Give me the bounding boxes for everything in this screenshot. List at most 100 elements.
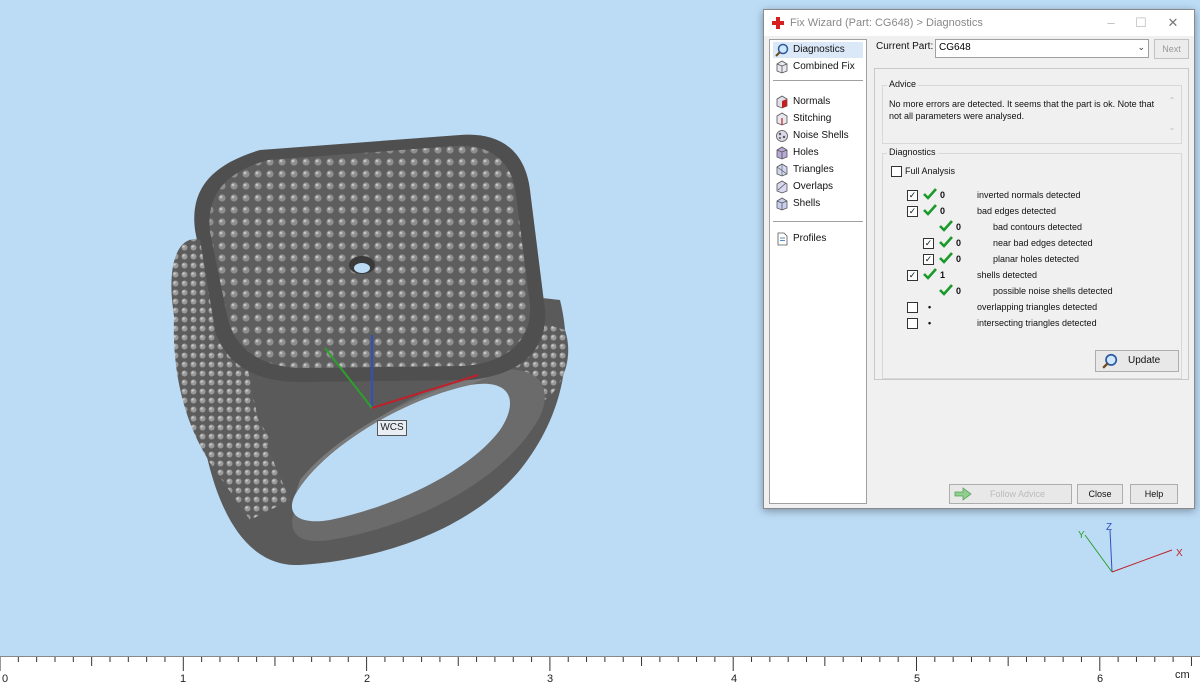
intersecting-triangles-label: intersecting triangles detected <box>977 318 1097 328</box>
fix-wizard-dialog: Fix Wizard (Part: CG648) > Diagnostics –… <box>763 9 1195 509</box>
chevron-down-icon: ⌄ <box>1137 42 1145 52</box>
nav-item-diagnostics[interactable]: Diagnostics <box>773 42 863 58</box>
ruler-label-2: 2 <box>364 673 371 685</box>
full-analysis-label: Full Analysis <box>905 166 956 176</box>
dialog-title: Fix Wizard (Part: CG648) > Diagnostics <box>790 17 983 29</box>
nav-label-combined-fix: Combined Fix <box>793 61 855 72</box>
cube-icon <box>776 60 788 74</box>
nav-divider <box>773 80 863 81</box>
nav-item-triangles[interactable]: Triangles <box>773 162 863 178</box>
close-icon[interactable]: ✕ <box>1158 14 1188 32</box>
triangles-icon <box>776 163 788 177</box>
nav-label-overlaps: Overlaps <box>793 181 834 192</box>
red-cross-icon <box>772 17 784 29</box>
bad-contours-label: bad contours detected <box>993 222 1083 232</box>
ruler-label-5: 5 <box>914 673 921 685</box>
minimize-icon[interactable]: – <box>1096 14 1126 32</box>
intersecting-triangles-checkbox[interactable] <box>907 318 918 329</box>
noise-shells-icon <box>776 130 788 142</box>
bad-contours-count: 0 <box>956 222 962 232</box>
ruler: 0 1 2 3 4 5 6 cm <box>0 656 1200 689</box>
near-bad-edges-label: near bad edges detected <box>993 238 1093 248</box>
ruler-label-4: 4 <box>731 673 738 685</box>
overlapping-triangles-label: overlapping triangles detected <box>977 302 1098 312</box>
title-bar[interactable]: Fix Wizard (Part: CG648) > Diagnostics –… <box>764 10 1194 36</box>
current-part-label: Current Part: <box>876 41 934 52</box>
axis-triad: Z Y X <box>1078 522 1183 573</box>
green-check-icon <box>939 252 953 264</box>
nav-label-triangles: Triangles <box>793 164 834 175</box>
shells-icon <box>776 197 788 211</box>
nav-divider <box>773 221 863 222</box>
wcs-label: WCS <box>377 420 407 436</box>
ruler-label-0: 0 <box>2 673 9 685</box>
next-button[interactable]: Next <box>1154 39 1189 59</box>
nav-item-combined-fix[interactable]: Combined Fix <box>773 59 863 75</box>
nav-item-normals[interactable]: Normals <box>773 94 863 110</box>
nav-label-stitching: Stitching <box>793 113 832 124</box>
planar-holes-checkbox[interactable]: ✓ <box>923 254 934 265</box>
nav-item-noise-shells[interactable]: Noise Shells <box>773 128 863 144</box>
current-part-select[interactable]: CG648 ⌄ <box>935 39 1149 58</box>
ruler-unit: cm <box>1175 669 1190 681</box>
nav-item-shells[interactable]: Shells <box>773 196 863 212</box>
triad-x-label: X <box>1176 548 1183 559</box>
inverted-normals-count: 0 <box>940 190 946 200</box>
shells-count: 1 <box>940 270 946 280</box>
close-button[interactable]: Close <box>1077 484 1123 504</box>
green-check-icon <box>923 188 937 200</box>
green-check-icon <box>939 220 953 232</box>
noise-shells-count: 0 <box>956 286 962 296</box>
nav-label-holes: Holes <box>793 147 819 158</box>
overlaps-icon <box>776 180 788 194</box>
document-icon <box>777 232 788 246</box>
diagnostics-panel: Advice No more errors are detected. It s… <box>874 68 1189 380</box>
advice-title: Advice <box>887 79 919 89</box>
advice-scrollbar[interactable]: ⌃ ⌄ <box>1167 96 1177 136</box>
maximize-icon[interactable]: ☐ <box>1126 14 1156 32</box>
intersecting-triangles-count: • <box>928 318 932 328</box>
nav-item-profiles[interactable]: Profiles <box>773 231 863 247</box>
nav-item-holes[interactable]: Holes <box>773 145 863 161</box>
planar-holes-label: planar holes detected <box>993 254 1080 264</box>
diagnostics-group: Diagnostics Full Analysis ✓ 0 inverted n… <box>882 147 1182 379</box>
bad-edges-label: bad edges detected <box>977 206 1057 216</box>
nav-item-overlaps[interactable]: Overlaps <box>773 179 863 195</box>
inverted-normals-checkbox[interactable]: ✓ <box>907 190 918 201</box>
ruler-label-1: 1 <box>180 673 187 685</box>
holes-icon <box>776 146 788 160</box>
nav-label-noise-shells: Noise Shells <box>793 130 849 141</box>
ruler-label-3: 3 <box>547 673 554 685</box>
green-check-icon <box>939 284 953 296</box>
ruler-label-6: 6 <box>1097 673 1104 685</box>
help-button[interactable]: Help <box>1130 484 1178 504</box>
green-check-icon <box>923 204 937 216</box>
update-button[interactable]: Update <box>1095 350 1179 372</box>
nav-label-normals: Normals <box>793 96 831 107</box>
magnifier-icon <box>775 43 789 57</box>
bad-edges-count: 0 <box>940 206 946 216</box>
nav-label-profiles: Profiles <box>793 233 827 244</box>
overlapping-triangles-checkbox[interactable] <box>907 302 918 313</box>
shells-label: shells detected <box>977 270 1038 280</box>
shells-checkbox[interactable]: ✓ <box>907 270 918 281</box>
advice-text: No more errors are detected. It seems th… <box>889 99 1155 121</box>
green-check-icon <box>939 236 953 248</box>
follow-advice-label: Follow Advice <box>990 489 1046 499</box>
green-check-icon <box>923 268 937 280</box>
noise-shells-label: possible noise shells detected <box>993 286 1113 296</box>
nav-item-stitching[interactable]: Stitching <box>773 111 863 127</box>
stitching-icon <box>776 112 788 126</box>
follow-advice-button[interactable]: Follow Advice <box>949 484 1072 504</box>
full-analysis-checkbox[interactable] <box>891 166 902 177</box>
update-label: Update <box>1128 355 1161 366</box>
near-bad-edges-checkbox[interactable]: ✓ <box>923 238 934 249</box>
overlapping-triangles-count: • <box>928 302 932 312</box>
wizard-nav: Diagnostics Combined Fix Normals Stitchi… <box>769 39 867 504</box>
nav-label-diagnostics: Diagnostics <box>793 44 845 55</box>
arrow-right-icon <box>954 487 972 501</box>
bad-edges-checkbox[interactable]: ✓ <box>907 206 918 217</box>
advice-group: Advice No more errors are detected. It s… <box>882 79 1182 144</box>
triad-y-label: Y <box>1078 530 1085 541</box>
normals-icon <box>776 95 788 109</box>
